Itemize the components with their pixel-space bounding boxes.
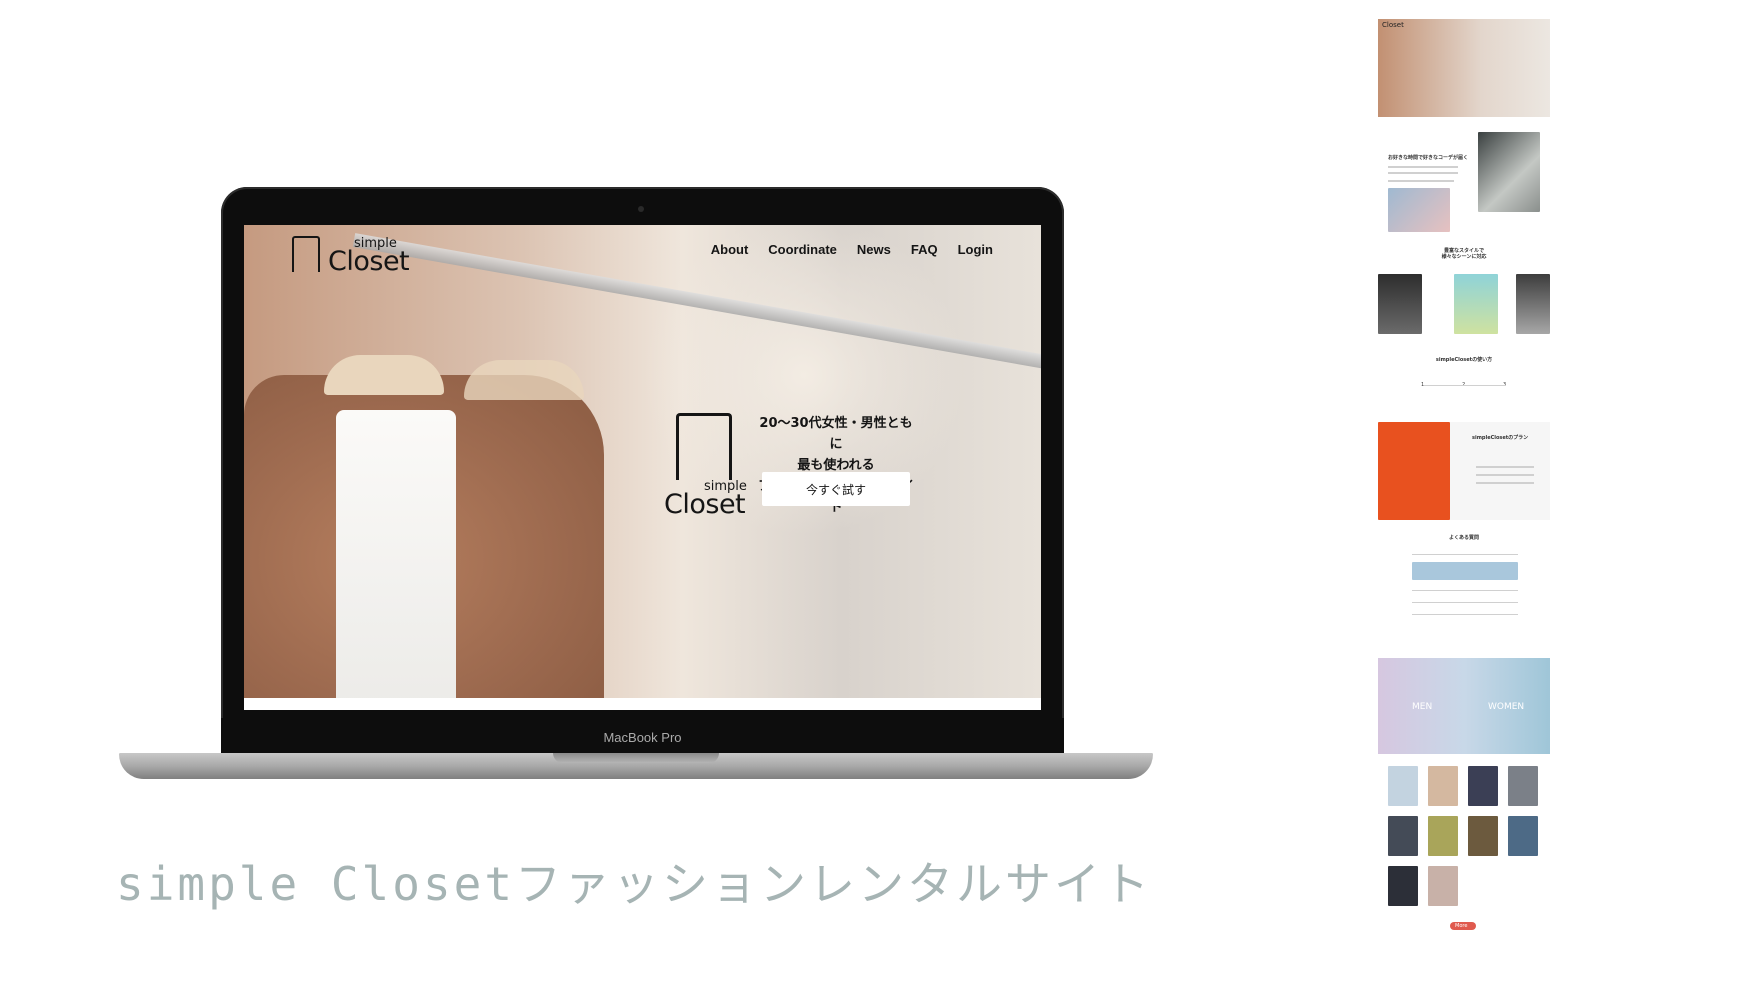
preview-more-button[interactable]: More [1450, 922, 1476, 930]
hero-logo: simple Closet [664, 413, 747, 523]
preview-text-line [1388, 172, 1458, 174]
preview-gallery-item[interactable] [1428, 816, 1458, 856]
preview-gallery-item[interactable] [1508, 766, 1538, 806]
hero-logo-big: Closet [664, 489, 746, 520]
preview-step-connector [1424, 385, 1506, 386]
device-label: MacBook Pro [603, 730, 682, 745]
preview-about-section: お好きな時間で好きなコーデが届く [1378, 130, 1550, 240]
preview-about-image [1388, 188, 1450, 232]
preview-logo: Closet [1382, 21, 1404, 29]
preview-gallery-item[interactable] [1388, 816, 1418, 856]
preview-gallery: More [1378, 764, 1550, 948]
page-caption: simple Closetファッションレンタルサイト [116, 857, 1153, 911]
preview-more-label: More [1455, 923, 1468, 929]
nav-news[interactable]: News [857, 242, 891, 257]
preview-faq-answer [1412, 562, 1518, 580]
hero-line-1: 20〜30代女性・男性ともに [759, 416, 913, 452]
preview-about-title: お好きな時間で好きなコーデが届く [1388, 155, 1469, 161]
preview-faq-section: よくある質問 [1378, 532, 1550, 632]
screen-bottom-strip [244, 698, 1041, 710]
preview-plan-row [1476, 466, 1534, 468]
try-now-button[interactable]: 今すぐ試す [762, 472, 910, 506]
preview-faq-item[interactable] [1412, 614, 1518, 615]
laptop-notch [553, 753, 719, 763]
hanger-image [324, 355, 444, 395]
preview-gallery-item[interactable] [1388, 766, 1418, 806]
preview-style-title: 豊富なスタイルで 様々なシーンに対応 [1441, 248, 1487, 260]
preview-gallery-item[interactable] [1388, 866, 1418, 906]
nav-about[interactable]: About [711, 242, 749, 257]
rack-icon [676, 413, 732, 480]
preview-faq-item[interactable] [1412, 602, 1518, 603]
preview-men-women-banner: MEN WOMEN [1378, 658, 1550, 754]
preview-gallery-item[interactable] [1468, 766, 1498, 806]
rack-icon [292, 236, 320, 272]
preview-style-image [1516, 274, 1550, 334]
preview-room-image [1478, 132, 1540, 212]
main-nav: About Coordinate News FAQ Login [711, 242, 993, 257]
preview-plan-title: simpleClosetのプラン [1472, 435, 1529, 441]
preview-gallery-item[interactable] [1428, 766, 1458, 806]
preview-women-label[interactable]: WOMEN [1488, 702, 1524, 712]
nav-login[interactable]: Login [958, 242, 993, 257]
preview-men-label[interactable]: MEN [1412, 702, 1432, 712]
preview-howto-section: simpleClosetの使い方 1 2 3 [1378, 354, 1550, 414]
shirt-image [336, 410, 456, 710]
preview-faq-item[interactable] [1412, 554, 1518, 555]
logo-big-text: Closet [328, 246, 410, 277]
preview-style-image [1454, 274, 1498, 334]
preview-style-section: 豊富なスタイルで 様々なシーンに対応 [1378, 246, 1550, 336]
preview-faq-item[interactable] [1412, 590, 1518, 591]
preview-gallery-item[interactable] [1508, 816, 1538, 856]
preview-plan-section: simpleClosetのプラン [1378, 422, 1550, 520]
preview-plan-image [1378, 422, 1450, 520]
hanger-image [464, 360, 584, 400]
preview-plan-row [1476, 482, 1534, 484]
preview-text-line [1388, 166, 1458, 168]
nav-coordinate[interactable]: Coordinate [768, 242, 837, 257]
camera-icon [638, 206, 644, 212]
preview-gallery-item[interactable] [1468, 816, 1498, 856]
preview-hero: Closet [1378, 19, 1550, 117]
website-screen: simple Closet About Coordinate News FAQ … [244, 225, 1041, 710]
nav-faq[interactable]: FAQ [911, 242, 938, 257]
preview-howto-title: simpleClosetの使い方 [1435, 357, 1493, 363]
preview-plan-row [1476, 474, 1534, 476]
preview-text-line [1388, 180, 1454, 182]
preview-style-image [1378, 274, 1422, 334]
preview-faq-title: よくある質問 [1448, 535, 1479, 541]
preview-gallery-item[interactable] [1428, 866, 1458, 906]
